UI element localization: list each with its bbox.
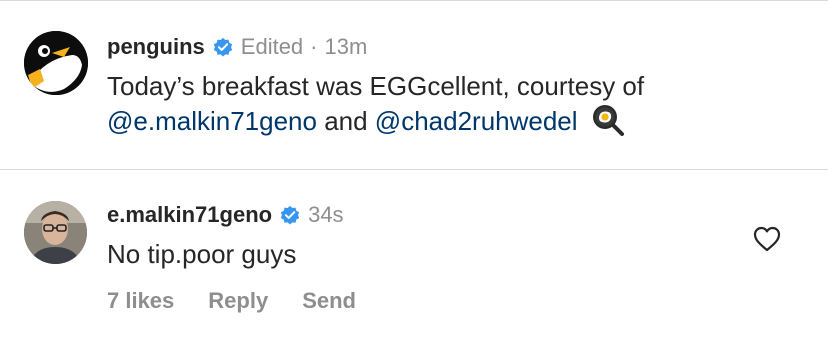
edited-label: Edited bbox=[240, 34, 304, 59]
caption-header: penguins Edited · 13m bbox=[107, 33, 367, 61]
frying-pan-egg-icon bbox=[592, 105, 624, 136]
comment-actions: 7 likes Reply Send bbox=[107, 288, 356, 314]
post-username[interactable]: penguins bbox=[107, 34, 205, 60]
comment-time: 34s bbox=[308, 202, 344, 227]
comment-header: e.malkin71geno 34s bbox=[107, 201, 344, 229]
mention-ruhwedel[interactable]: @chad2ruhwedel bbox=[375, 106, 578, 136]
penguins-avatar[interactable] bbox=[24, 31, 88, 95]
post-caption: penguins Edited · 13m Today’s breakfast … bbox=[0, 0, 828, 170]
caption-text: Today’s breakfast was EGGcellent, courte… bbox=[107, 69, 797, 138]
meta-separator: · bbox=[310, 34, 318, 59]
commenter-photo-icon bbox=[24, 201, 87, 264]
comment-text: No tip.poor guys bbox=[107, 239, 297, 269]
comment-username[interactable]: e.malkin71geno bbox=[107, 202, 272, 228]
likes-count-button[interactable]: 7 likes bbox=[107, 288, 174, 314]
reply-button[interactable]: Reply bbox=[208, 288, 268, 314]
penguin-logo-icon bbox=[24, 31, 88, 95]
commenter-avatar[interactable] bbox=[24, 201, 87, 264]
verified-badge-icon bbox=[280, 205, 300, 225]
caption-and: and bbox=[316, 106, 375, 136]
send-button[interactable]: Send bbox=[302, 288, 356, 314]
heart-icon[interactable] bbox=[753, 226, 781, 252]
caption-body: Today’s breakfast was EGGcellent, courte… bbox=[107, 71, 645, 101]
mention-malkin[interactable]: @e.malkin71geno bbox=[107, 106, 317, 136]
post-time: 13m bbox=[324, 34, 368, 59]
verified-badge-icon bbox=[213, 37, 232, 57]
